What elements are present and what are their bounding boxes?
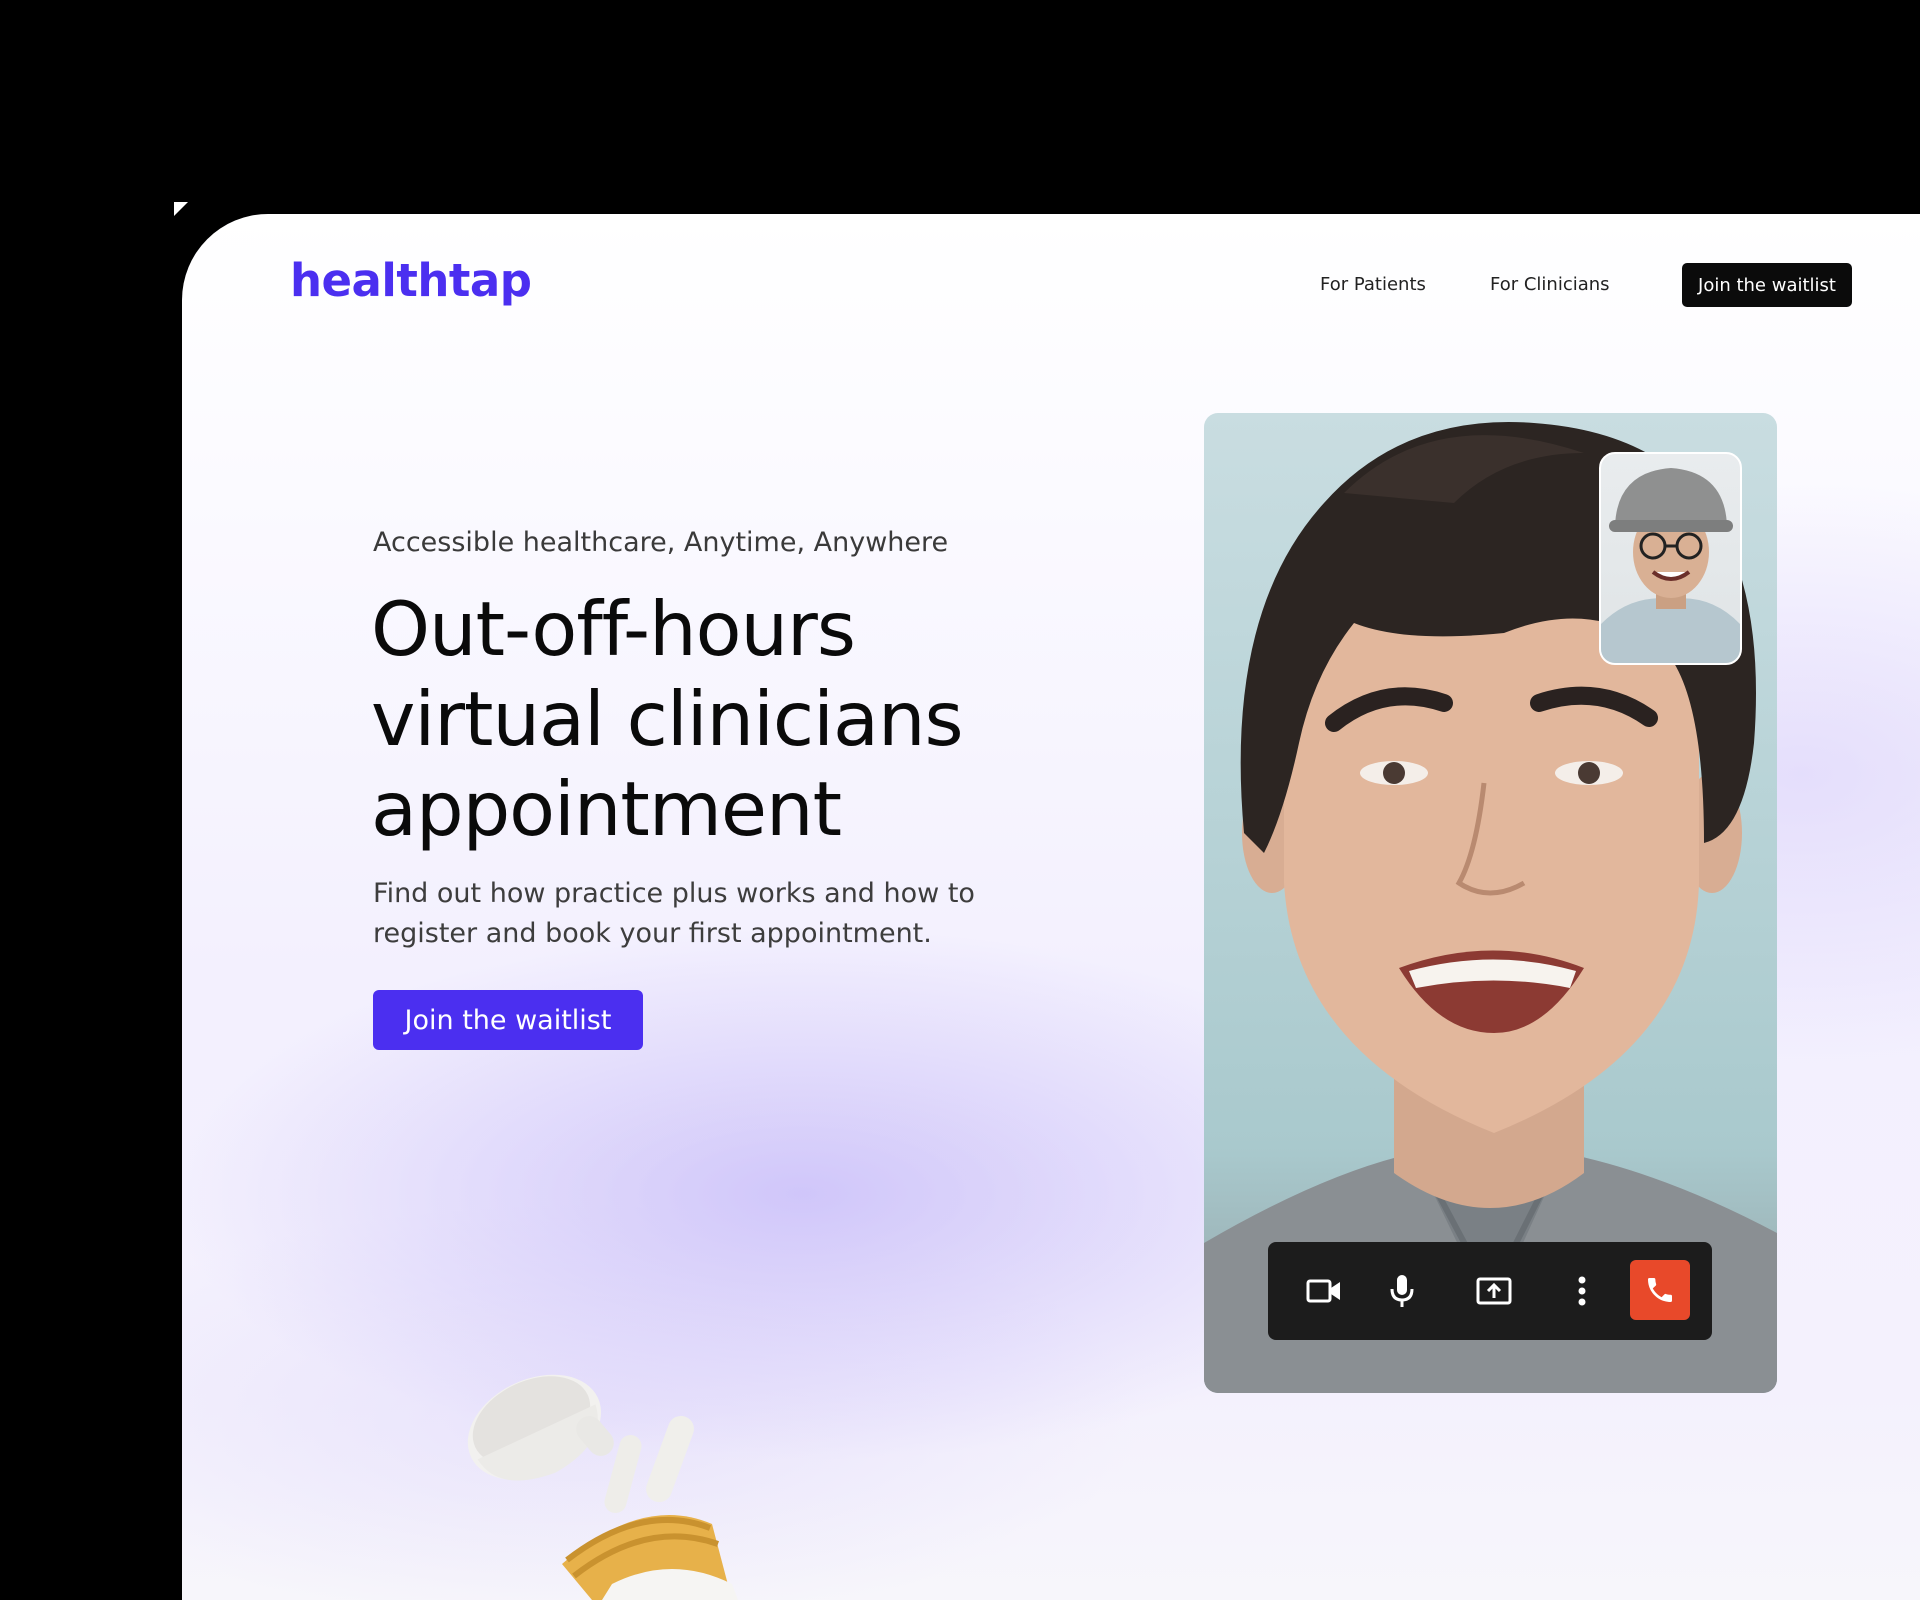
headline-line: virtual clinicians [371,675,964,763]
hero-eyebrow: Accessible healthcare, Anytime, Anywhere [373,527,949,558]
nav-link-for-clinicians[interactable]: For Clinicians [1490,274,1610,295]
nav-join-waitlist-button[interactable]: Join the waitlist [1682,263,1852,307]
landing-page: healthtap For Patients For Clinicians Jo… [182,214,1920,1600]
nav-link-for-patients[interactable]: For Patients [1320,274,1426,295]
hero-join-waitlist-button[interactable]: Join the waitlist [373,990,643,1050]
screen-share-icon[interactable] [1470,1267,1518,1315]
more-options-icon[interactable] [1558,1267,1606,1315]
headline-line: appointment [371,765,842,853]
hero-headline: Out-off-hours virtual clinicians appoint… [371,584,1071,854]
logo[interactable]: healthtap [290,254,532,307]
microphone-icon[interactable] [1378,1267,1426,1315]
patient-portrait [1601,468,1740,663]
end-call-icon[interactable] [1630,1260,1690,1320]
headline-line: Out-off-hours [371,585,856,673]
corner-mark [174,202,188,216]
video-camera-icon[interactable] [1300,1267,1348,1315]
pill-bottle-illustration [467,1374,738,1600]
hero-description: Find out how practice plus works and how… [373,878,975,949]
call-controls-bar [1268,1242,1712,1340]
patient-video-thumbnail[interactable] [1599,452,1742,665]
